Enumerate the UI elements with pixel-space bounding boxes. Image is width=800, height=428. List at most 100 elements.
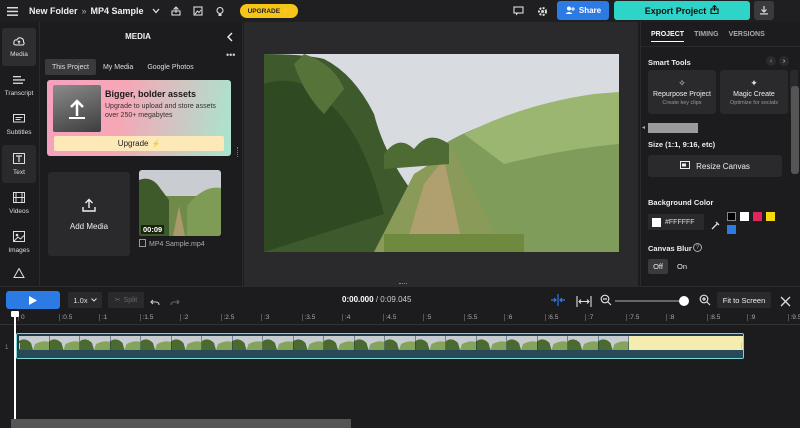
nav-item-transcript[interactable]: Transcript xyxy=(2,67,36,105)
fit-to-screen-button[interactable]: Fit to Screen xyxy=(717,292,771,308)
lightbulb-icon[interactable] xyxy=(212,3,228,19)
prev-arrow-icon[interactable]: ‹ xyxy=(766,56,776,66)
playback-speed-button[interactable]: 1.0x xyxy=(68,292,102,308)
scroll-left-arrow-icon[interactable]: ◂ xyxy=(642,124,645,131)
tab-timing[interactable]: TIMING xyxy=(694,31,719,42)
next-arrow-icon[interactable]: › xyxy=(779,56,789,66)
sparkle-icon: ✧ xyxy=(678,78,686,88)
redo-icon[interactable] xyxy=(170,294,180,312)
video-track-clip[interactable] xyxy=(16,333,744,359)
swatch-yellow[interactable] xyxy=(766,212,775,221)
export-label: Export Project xyxy=(644,5,707,16)
background-color-field[interactable]: #FFFFFF xyxy=(648,214,704,230)
upgrade-button[interactable]: UPGRADE ⚡ xyxy=(239,4,299,18)
nav-label-images: Images xyxy=(8,246,30,254)
help-icon[interactable]: ? xyxy=(693,243,702,252)
project-name[interactable]: MP4 Sample xyxy=(91,6,144,16)
repurpose-project-card[interactable]: ✧ Repurpose Project Create key clips xyxy=(648,70,716,114)
clip-filmstrip-image xyxy=(17,334,743,358)
properties-tabs: PROJECT TIMING VERSIONS xyxy=(641,31,765,42)
ruler-tick xyxy=(747,314,748,321)
fit-width-icon[interactable] xyxy=(576,294,592,312)
gear-icon[interactable] xyxy=(534,3,550,19)
swatch-white[interactable] xyxy=(740,212,749,221)
timeline-resize-handle[interactable] xyxy=(399,283,407,285)
download-button[interactable] xyxy=(754,1,774,20)
tab-google-photos[interactable]: Google Photos xyxy=(140,59,200,75)
split-button[interactable]: ✂ Split xyxy=(108,292,144,308)
swatch-black[interactable] xyxy=(727,212,736,221)
resize-canvas-button[interactable]: Resize Canvas xyxy=(648,155,782,177)
shapes-icon xyxy=(13,266,25,281)
media-file-name-row: MP4 Sample.mp4 xyxy=(139,239,205,249)
nav-label-transcript: Transcript xyxy=(4,90,34,97)
nav-label-subtitles: Subtitles xyxy=(6,129,32,136)
app-window: New Folder » MP4 Sample UPGRADE ⚡ Share … xyxy=(0,0,800,428)
subtitles-icon xyxy=(13,114,25,126)
swatch-red[interactable] xyxy=(753,212,762,221)
carousel-scrollbar[interactable] xyxy=(648,123,698,133)
add-media-button[interactable]: Add Media xyxy=(48,172,130,256)
collapse-panel-icon[interactable] xyxy=(226,29,234,47)
resize-canvas-label: Resize Canvas xyxy=(696,161,750,171)
upload-file-icon[interactable] xyxy=(168,3,184,19)
hamburger-menu-icon[interactable] xyxy=(4,3,20,19)
share-button[interactable]: Share xyxy=(557,1,609,20)
tab-project[interactable]: PROJECT xyxy=(651,31,685,42)
panel-scrollbar[interactable] xyxy=(791,86,799,174)
export-icon xyxy=(710,4,719,16)
breadcrumb-separator: » xyxy=(81,6,87,16)
panel-resize-handle[interactable] xyxy=(237,147,239,157)
close-timeline-icon[interactable] xyxy=(780,294,791,312)
nav-item-subtitles[interactable]: Subtitles xyxy=(2,106,36,144)
swatch-blue[interactable] xyxy=(727,225,736,234)
track-number: 1 xyxy=(5,345,9,351)
video-preview[interactable] xyxy=(264,54,619,252)
play-button[interactable] xyxy=(6,291,60,309)
tab-my-media[interactable]: My Media xyxy=(96,59,140,75)
ruler-tick xyxy=(180,314,181,321)
ruler-tick xyxy=(544,314,546,321)
add-user-icon xyxy=(565,6,575,16)
speed-value: 1.0x xyxy=(73,295,88,305)
blur-off-toggle[interactable]: Off xyxy=(648,259,668,274)
split-clip-icon[interactable] xyxy=(550,293,566,311)
upgrade-label: UPGRADE xyxy=(247,7,281,15)
ruler-tick-label: :1.5 xyxy=(142,314,154,321)
repurpose-subtitle: Create key clips xyxy=(662,100,702,106)
ruler-tick xyxy=(301,314,303,321)
promo-text: Upgrade to upload and store assets over … xyxy=(105,103,216,119)
nav-item-images[interactable]: Images xyxy=(2,223,36,261)
add-media-label: Add Media xyxy=(69,221,109,231)
media-file-thumbnail[interactable]: 00:09 xyxy=(139,170,221,236)
media-file-name: MP4 Sample.mp4 xyxy=(149,240,205,248)
nav-item-elements[interactable] xyxy=(2,262,36,286)
playhead[interactable] xyxy=(14,315,16,428)
image-icon[interactable] xyxy=(190,3,206,19)
nav-item-text[interactable]: Text xyxy=(2,145,36,183)
total-time: 0:09.045 xyxy=(380,295,412,304)
blur-on-toggle[interactable]: On xyxy=(672,259,692,274)
zoom-slider-knob[interactable] xyxy=(679,296,689,306)
timeline-toolbar: 1.0x ✂ Split 0:00.000 / 0:09.045 Fit to … xyxy=(0,287,800,313)
tab-versions[interactable]: VERSIONS xyxy=(729,31,765,42)
breadcrumb-folder[interactable]: New Folder xyxy=(29,6,78,16)
eyedropper-icon[interactable] xyxy=(711,217,720,235)
export-project-button[interactable]: Export Project xyxy=(614,1,750,20)
comment-icon[interactable] xyxy=(510,3,526,19)
lightning-icon: ⚡ xyxy=(151,140,161,148)
magic-create-card[interactable]: ✦ Magic Create Optimize for socials xyxy=(720,70,788,114)
time-ruler[interactable]: 0:0.5:1:1.5:2:2.5:3:3.5:4:4.5:5:5.5:6:6.… xyxy=(0,313,800,325)
zoom-in-icon[interactable] xyxy=(699,293,711,311)
promo-upgrade-button[interactable]: Upgrade ⚡ xyxy=(54,136,224,151)
timeline-horizontal-scrollbar[interactable] xyxy=(11,419,351,428)
ruler-tick-label: :5.5 xyxy=(466,314,478,321)
undo-icon[interactable] xyxy=(150,294,160,312)
nav-item-media[interactable]: Media xyxy=(2,28,36,66)
zoom-slider-track[interactable] xyxy=(615,300,687,302)
promo-thumbnail xyxy=(53,85,101,132)
nav-item-videos[interactable]: Videos xyxy=(2,184,36,222)
chevron-down-icon[interactable] xyxy=(148,3,164,19)
tab-this-project[interactable]: This Project xyxy=(45,59,96,75)
zoom-out-icon[interactable] xyxy=(600,293,612,311)
